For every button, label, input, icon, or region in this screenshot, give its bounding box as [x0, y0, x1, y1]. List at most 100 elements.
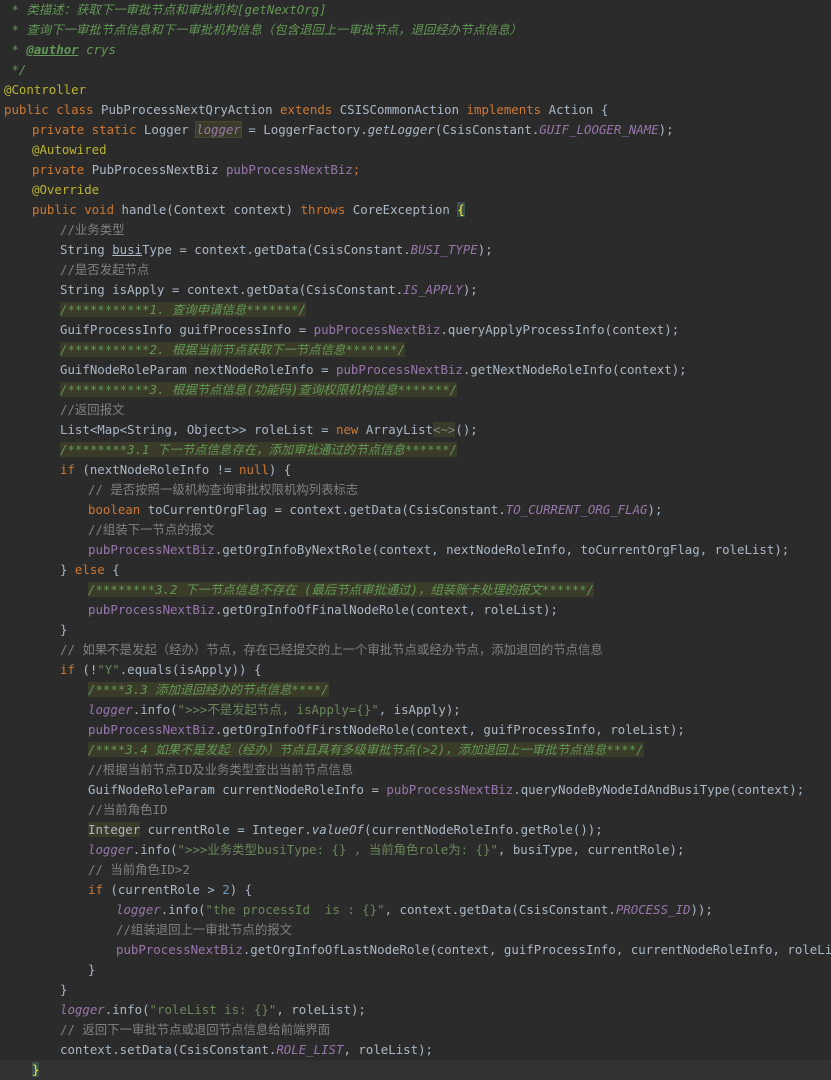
code-line[interactable]: /********3.1 下一节点信息存在，添加审批通过的节点信息******/: [0, 440, 831, 460]
code-token: ) {: [229, 882, 253, 897]
code-token: if: [60, 662, 83, 677]
code-line[interactable]: public void handle(Context context) thro…: [0, 200, 831, 220]
code-token: null: [239, 462, 269, 477]
code-token: pubProcessNextBiz: [225, 162, 353, 177]
code-line[interactable]: private static Logger logger = LoggerFac…: [0, 120, 831, 140]
code-line[interactable]: //业务类型: [0, 220, 831, 240]
code-line[interactable]: /***********2. 根据当前节点获取下一节点信息*******/: [0, 340, 831, 360]
code-token: "Y": [97, 662, 120, 677]
code-line[interactable]: private PubProcessNextBiz pubProcessNext…: [0, 160, 831, 180]
code-line[interactable]: GuifNodeRoleParam nextNodeRoleInfo = pub…: [0, 360, 831, 380]
code-token: PROCESS_ID: [615, 902, 691, 917]
code-token: PubProcessNextQryAction: [100, 102, 281, 117]
code-line[interactable]: context.setData(CsisConstant.ROLE_LIST, …: [0, 1040, 831, 1060]
code-line[interactable]: if (currentRole > 2) {: [0, 880, 831, 900]
code-line[interactable]: //组装退回上一审批节点的报文: [0, 920, 831, 940]
code-line[interactable]: // 返回下一审批节点或退回节点信息给前端界面: [0, 1020, 831, 1040]
code-token: GuifNodeRoleParam nextNodeRoleInfo =: [60, 362, 337, 377]
code-line[interactable]: pubProcessNextBiz.getOrgInfoOfLastNodeRo…: [0, 940, 831, 960]
code-token: //组装下一节点的报文: [88, 522, 215, 537]
code-line[interactable]: GuifProcessInfo guifProcessInfo = pubPro…: [0, 320, 831, 340]
code-line[interactable]: /***********3. 根据节点信息(功能码)查询权限机构信息******…: [0, 380, 831, 400]
code-line[interactable]: logger.info(">>>不是发起节点, isApply={}", isA…: [0, 700, 831, 720]
code-token: .equals(isApply)) {: [119, 662, 262, 677]
code-line[interactable]: //返回报文: [0, 400, 831, 420]
code-token: /********3.1 下一节点信息存在，添加审批通过的节点信息******/: [60, 442, 458, 457]
code-token: new: [336, 422, 366, 437]
code-token: ));: [690, 902, 713, 917]
code-token: /***********3. 根据节点信息(功能码)查询权限机构信息******…: [60, 382, 458, 397]
code-token: public class: [4, 102, 101, 117]
code-line[interactable]: pubProcessNextBiz.getOrgInfoOfFirstNodeR…: [0, 720, 831, 740]
code-line[interactable]: // 是否按照一级机构查询审批权限机构列表标志: [0, 480, 831, 500]
code-token: * 类描述：获取下一审批节点和审批机构[getNextOrg]: [4, 2, 327, 17]
code-line[interactable]: }: [0, 1060, 831, 1080]
code-line[interactable]: boolean toCurrentOrgFlag = context.getDa…: [0, 500, 831, 520]
code-line[interactable]: @Controller: [0, 80, 831, 100]
code-line[interactable]: Integer currentRole = Integer.valueOf(cu…: [0, 820, 831, 840]
code-line[interactable]: List<Map<String, Object>> roleList = new…: [0, 420, 831, 440]
code-line[interactable]: String isApply = context.getData(CsisCon…: [0, 280, 831, 300]
code-line[interactable]: //是否发起节点: [0, 260, 831, 280]
code-line[interactable]: /****3.3 添加退回经办的节点信息****/: [0, 680, 831, 700]
code-token: extends: [280, 102, 340, 117]
code-line[interactable]: if (!"Y".equals(isApply)) {: [0, 660, 831, 680]
code-token: */: [4, 62, 27, 77]
code-line[interactable]: logger.info(">>>业务类型busiType: {} , 当前角色r…: [0, 840, 831, 860]
code-line[interactable]: // 当前角色ID>2: [0, 860, 831, 880]
code-line[interactable]: }: [0, 980, 831, 1000]
code-token: public void: [32, 202, 122, 217]
code-line[interactable]: if (nextNodeRoleInfo != null) {: [0, 460, 831, 480]
code-line[interactable]: */: [0, 60, 831, 80]
code-line[interactable]: }: [0, 620, 831, 640]
code-line[interactable]: //根据当前节点ID及业务类型查出当前节点信息: [0, 760, 831, 780]
code-line[interactable]: * 查询下一审批节点信息和下一审批机构信息（包含退回上一审批节点，退回经办节点信…: [0, 20, 831, 40]
code-line[interactable]: String busiType = context.getData(CsisCo…: [0, 240, 831, 260]
code-line[interactable]: logger.info("the processId is : {}", con…: [0, 900, 831, 920]
code-editor[interactable]: * 类描述：获取下一审批节点和审批机构[getNextOrg] * 查询下一审批…: [0, 0, 831, 1080]
code-line[interactable]: } else {: [0, 560, 831, 580]
code-token: // 返回下一审批节点或退回节点信息给前端界面: [60, 1022, 331, 1037]
code-line[interactable]: * @author crys: [0, 40, 831, 60]
code-line[interactable]: // 如果不是发起（经办）节点，存在已经提交的上一个审批节点或经办节点，添加退回…: [0, 640, 831, 660]
code-token: logger: [195, 121, 242, 138]
code-token: //当前角色ID: [88, 802, 168, 817]
code-token: , isApply);: [378, 702, 461, 717]
code-line[interactable]: @Override: [0, 180, 831, 200]
code-token: currentRole = Integer.: [140, 822, 312, 837]
code-token: .info(: [104, 1002, 150, 1017]
code-token: if: [60, 462, 83, 477]
code-token: "roleList is: {}": [149, 1002, 277, 1017]
code-line[interactable]: logger.info("roleList is: {}", roleList)…: [0, 1000, 831, 1020]
code-token: , roleList);: [343, 1042, 434, 1057]
code-line[interactable]: * 类描述：获取下一审批节点和审批机构[getNextOrg]: [0, 0, 831, 20]
code-token: pubProcessNextBiz: [88, 602, 215, 617]
code-token: (CsisConstant.: [434, 122, 540, 137]
code-line[interactable]: public class PubProcessNextQryAction ext…: [0, 100, 831, 120]
code-line[interactable]: /********3.2 下一节点信息不存在 (最后节点审批通过)，组装账卡处理…: [0, 580, 831, 600]
code-line[interactable]: /****3.4 如果不是发起（经办）节点且具有多级审批节点(>2)，添加退回上…: [0, 740, 831, 760]
code-token: toCurrentOrgFlag = context.getData(CsisC…: [147, 502, 506, 517]
code-token: if: [88, 882, 111, 897]
code-token: (currentRole >: [110, 882, 223, 897]
code-token: /****3.3 添加退回经办的节点信息****/: [88, 682, 329, 697]
code-line[interactable]: @Autowired: [0, 140, 831, 160]
code-token: ">>>不是发起节点, isApply={}": [177, 702, 379, 717]
code-token: Type = context.getData(CsisConstant.: [142, 242, 411, 257]
code-line[interactable]: }: [0, 960, 831, 980]
code-token: .getOrgInfoByNextRole(context, nextNodeR…: [214, 542, 790, 557]
code-line[interactable]: //组装下一节点的报文: [0, 520, 831, 540]
code-token: }: [32, 1062, 40, 1077]
code-token: boolean: [88, 502, 148, 517]
code-line[interactable]: pubProcessNextBiz.getOrgInfoOfFinalNodeR…: [0, 600, 831, 620]
code-line[interactable]: GuifNodeRoleParam currentNodeRoleInfo = …: [0, 780, 831, 800]
code-token: ROLE_LIST: [276, 1042, 344, 1057]
code-line[interactable]: /***********1. 查询申请信息*******/: [0, 300, 831, 320]
code-token: ();: [455, 422, 478, 437]
code-token: <~>: [433, 422, 456, 437]
code-token: else: [74, 562, 113, 577]
code-token: .info(: [132, 842, 178, 857]
code-line[interactable]: //当前角色ID: [0, 800, 831, 820]
code-line[interactable]: pubProcessNextBiz.getOrgInfoByNextRole(c…: [0, 540, 831, 560]
code-token: ">>>业务类型busiType: {} , 当前角色role为: {}": [177, 842, 498, 857]
